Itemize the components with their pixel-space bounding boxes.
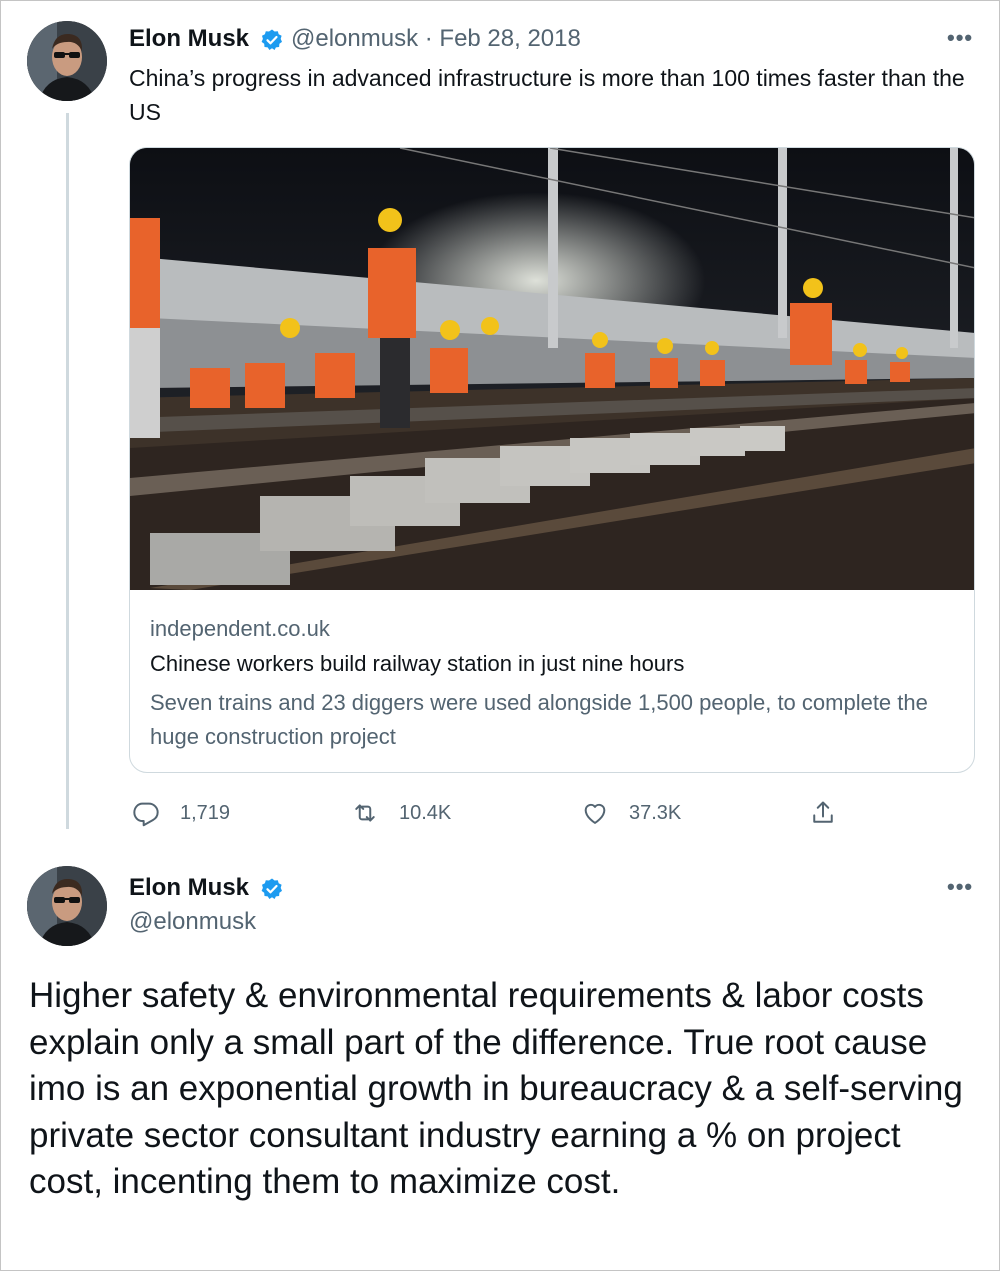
retweet-button[interactable]: 10.4K xyxy=(351,791,451,835)
card-description: Seven trains and 23 diggers were used al… xyxy=(150,690,928,749)
like-icon xyxy=(584,803,606,824)
retweet-icon xyxy=(355,804,375,822)
reply-icon xyxy=(133,802,159,827)
more-icon[interactable]: ••• xyxy=(947,25,973,51)
verified-icon xyxy=(261,878,282,899)
tweet-text: China’s progress in advanced infrastruct… xyxy=(129,65,965,125)
more-icon[interactable]: ••• xyxy=(947,874,973,900)
reply-author-avatar[interactable] xyxy=(27,866,107,946)
like-count: 37.3K xyxy=(629,801,682,824)
reply-author-name[interactable]: Elon Musk xyxy=(129,874,249,902)
card-domain: independent.co.uk xyxy=(150,616,330,641)
share-icon xyxy=(813,801,833,823)
author-handle-date: @elonmusk · Feb 28, 2018 xyxy=(291,25,581,52)
retweet-count: 10.4K xyxy=(399,801,452,824)
reply-button[interactable]: 1,719 xyxy=(132,791,230,835)
thread-connector-line xyxy=(66,113,69,829)
card-image xyxy=(130,148,974,590)
card-title: Chinese workers build railway station in… xyxy=(150,651,685,676)
author-name[interactable]: Elon Musk xyxy=(129,25,249,53)
tweet-actions: 1,719 10.4K 37.3K xyxy=(129,791,975,835)
reply-author-handle: @elonmusk xyxy=(129,908,257,935)
reply-count: 1,719 xyxy=(180,801,231,824)
author-avatar[interactable] xyxy=(27,21,107,101)
link-card[interactable]: independent.co.uk Chinese workers build … xyxy=(129,147,975,773)
share-button[interactable] xyxy=(809,791,837,835)
reply-text: Higher safety & environmental requiremen… xyxy=(29,976,963,1201)
verified-icon xyxy=(261,29,282,50)
like-button[interactable]: 37.3K xyxy=(581,791,681,835)
tweet-thread-frame: Elon Musk @elonmusk · Feb 28, 2018 ••• C… xyxy=(0,0,1000,1271)
